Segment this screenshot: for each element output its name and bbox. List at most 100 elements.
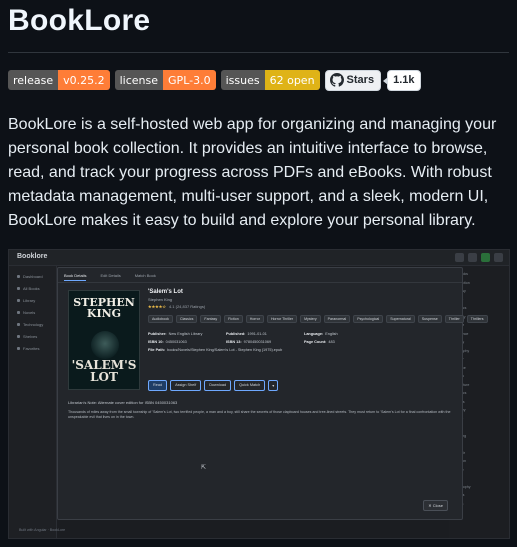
app-screenshot: Booklore Dashboard All Books Library Novels… [8, 249, 510, 539]
meta-publisher: Publisher: New English Library [148, 332, 202, 336]
github-stars-button[interactable]: Stars [324, 69, 382, 91]
genre-tag[interactable]: Horror [245, 315, 264, 323]
license-badge[interactable]: license GPL-3.0 [114, 70, 216, 90]
meta-isbn10: ISBN 10: 0450031063 [148, 340, 187, 344]
heading-divider [8, 52, 509, 53]
badge-label: issues [220, 70, 265, 90]
modal-tabs: Book Details Edit Details Match Book [64, 273, 170, 281]
github-icon [329, 73, 344, 87]
app-sidebar: Dashboard All Books Library Novels Technolog… [9, 266, 57, 538]
user-icon [481, 253, 490, 262]
sidebar-item-icon [17, 275, 20, 279]
app-topbar: Booklore [9, 250, 509, 266]
meta-key: Page Count: [304, 340, 327, 344]
project-description: BookLore is a self-hosted web app for or… [8, 116, 497, 229]
tab-match-book: Match Book [134, 273, 156, 278]
sidebar-item-icon [17, 335, 20, 339]
tab-edit-details: Edit Details [100, 273, 121, 278]
genre-tag[interactable]: Audiobook [148, 315, 173, 323]
meta-value: New English Library [168, 332, 203, 336]
cover-art [91, 331, 119, 359]
book-author: Stephen King [148, 297, 173, 302]
meta-value: 1991-01-01 [247, 332, 267, 336]
sidebar-item-label: Favorites [23, 346, 40, 351]
meta-value: 483 [328, 340, 335, 344]
book-details-modal: Book Details Edit Details Match Book STE… [57, 267, 488, 520]
genre-tag[interactable]: Paranormal [323, 315, 351, 323]
genre-tag[interactable]: Supernatural [386, 315, 415, 323]
meta-key: Publisher: [148, 332, 167, 336]
meta-key: File Path: [148, 348, 166, 352]
release-badge[interactable]: release v0.25.2 [8, 70, 110, 90]
meta-key: Published: [226, 332, 246, 336]
genre-tag[interactable]: Fiction [224, 315, 243, 323]
sidebar-item-label: Dashboard [23, 274, 43, 279]
badge-value: v0.25.2 [58, 70, 110, 90]
genre-tag[interactable]: Thrillers [466, 315, 488, 323]
genre-tag[interactable]: Psychological [353, 315, 384, 323]
tab-book-details: Book Details [64, 273, 87, 281]
librarian-note: Librarian's Note: Alternate cover editio… [68, 400, 178, 405]
download-button[interactable]: Download [204, 380, 232, 391]
close-label: Close [432, 503, 443, 508]
sidebar-item-icon [17, 347, 20, 351]
sidebar-item-label: All Books [23, 286, 40, 291]
sidebar-item[interactable]: Library [17, 298, 35, 303]
settings-icon [468, 253, 477, 262]
sidebar-item[interactable]: Shelves [17, 334, 37, 339]
meta-value: books/Novels/Stephen King/Salem's Lot - … [167, 348, 283, 352]
assign-shelf-button[interactable]: Assign Shelf [170, 380, 202, 391]
sidebar-item[interactable]: Dashboard [17, 274, 43, 279]
sidebar-item-label: Novels [23, 310, 36, 315]
badge-value: 62 open [264, 70, 320, 90]
meta-language: Language: English [304, 332, 338, 336]
app-logo: Booklore [17, 253, 48, 260]
tab-divider [58, 282, 462, 283]
genre-tag[interactable]: Mystery [300, 315, 321, 323]
sidebar-item-label: Technology [23, 322, 44, 327]
sidebar-item[interactable]: Favorites [17, 346, 39, 351]
genre-tag[interactable]: Classics [175, 315, 198, 323]
sidebar-item-label: Library [23, 298, 36, 303]
meta-value: 0450031063 [165, 340, 187, 344]
rating-count: 4.1 (24,837 Ratings) [168, 304, 206, 309]
book-actions: Read Assign Shelf Download Quick Match ▾ [148, 380, 281, 391]
mouse-cursor-icon: ⇱ [201, 465, 207, 471]
issues-badge[interactable]: issues 62 open [220, 70, 320, 90]
meta-key: ISBN 10: [148, 340, 164, 344]
badge-label: release [8, 70, 59, 90]
meta-published: Published: 1991-01-01 [226, 332, 267, 336]
book-cover: STEPHEN KING 'SALEM'S LOT [68, 290, 140, 390]
genre-tag[interactable]: Thriller [444, 315, 464, 323]
close-button[interactable]: ✕ Close [423, 500, 448, 511]
github-stars-count[interactable]: 1.1k [383, 69, 421, 91]
badge-row: release v0.25.2 license GPL-3.0 issues 6… [8, 69, 421, 91]
genre-tag[interactable]: Fantasy [200, 315, 222, 323]
meta-key: Language: [304, 332, 324, 336]
topbar-icons [451, 253, 503, 262]
genre-tag[interactable]: Suspense [417, 315, 442, 323]
meta-value: English [325, 332, 338, 336]
menu-icon [494, 253, 503, 262]
more-options-button[interactable]: ▾ [268, 380, 279, 391]
book-description: Thousands of miles away from the small t… [68, 410, 451, 419]
github-stars-label: Stars [346, 74, 375, 86]
read-button[interactable]: Read [148, 380, 168, 391]
sidebar-item[interactable]: Technology [17, 322, 43, 327]
sidebar-item[interactable]: Novels [17, 310, 35, 315]
meta-page-count: Page Count: 483 [304, 340, 335, 344]
sidebar-item[interactable]: All Books [17, 286, 40, 291]
app-footer: Built with Angular · BookLore [19, 528, 66, 532]
sidebar-item-label: Shelves [23, 334, 38, 339]
page-title: BookLore [8, 4, 151, 37]
book-rating: ★★★★☆ 4.1 (24,837 Ratings) [148, 304, 205, 309]
genre-tag[interactable]: Horror Thriller [266, 315, 298, 323]
meta-value: 9780450031069 [243, 340, 272, 344]
quick-match-button[interactable]: Quick Match [234, 380, 266, 391]
sidebar-item-icon [17, 299, 20, 303]
meta-file-path: File Path: books/Novels/Stephen King/Sale… [148, 348, 282, 352]
cover-author: STEPHEN KING [73, 296, 135, 320]
sidebar-item-icon [17, 287, 20, 291]
genre-tags: Audiobook Classics Fantasy Fiction Horror Hor… [148, 315, 491, 323]
sidebar-item-icon [17, 323, 20, 327]
